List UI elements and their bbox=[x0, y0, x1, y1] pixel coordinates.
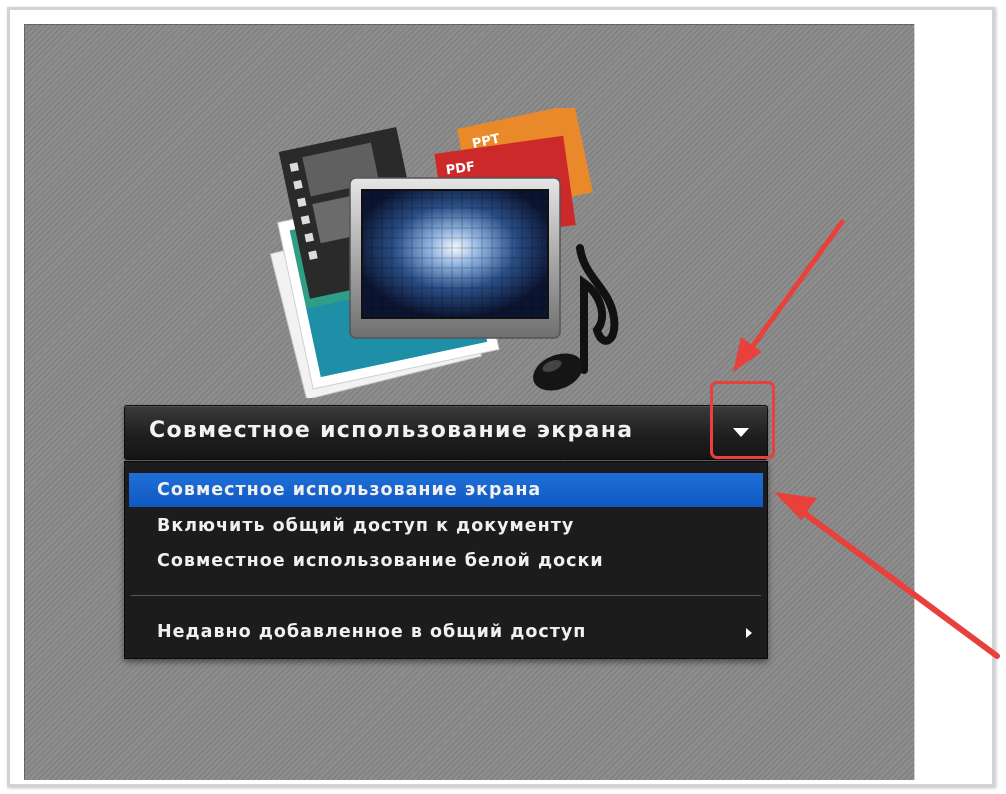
menu-item-share-screen[interactable]: Совместное использование экрана bbox=[129, 473, 763, 507]
menu-item-share-whiteboard[interactable]: Совместное использование белой доски bbox=[129, 544, 763, 578]
content-share-icon: PPT PDF bbox=[269, 108, 619, 398]
menu-divider bbox=[131, 595, 761, 596]
chevron-right-icon bbox=[746, 628, 752, 638]
share-options-menu: Совместное использование экрана Включить… bbox=[124, 461, 768, 659]
menu-item-recently-shared[interactable]: Недавно добавленное в общий доступ bbox=[129, 615, 763, 649]
menu-item-share-document[interactable]: Включить общий доступ к документу bbox=[129, 509, 763, 543]
recently-shared-label: Недавно добавленное в общий доступ bbox=[157, 622, 587, 642]
share-type-select[interactable]: Совместное использование экрана bbox=[124, 405, 768, 460]
annotation-highlight-box bbox=[710, 381, 775, 459]
share-select-value: Совместное использование экрана bbox=[149, 418, 634, 443]
